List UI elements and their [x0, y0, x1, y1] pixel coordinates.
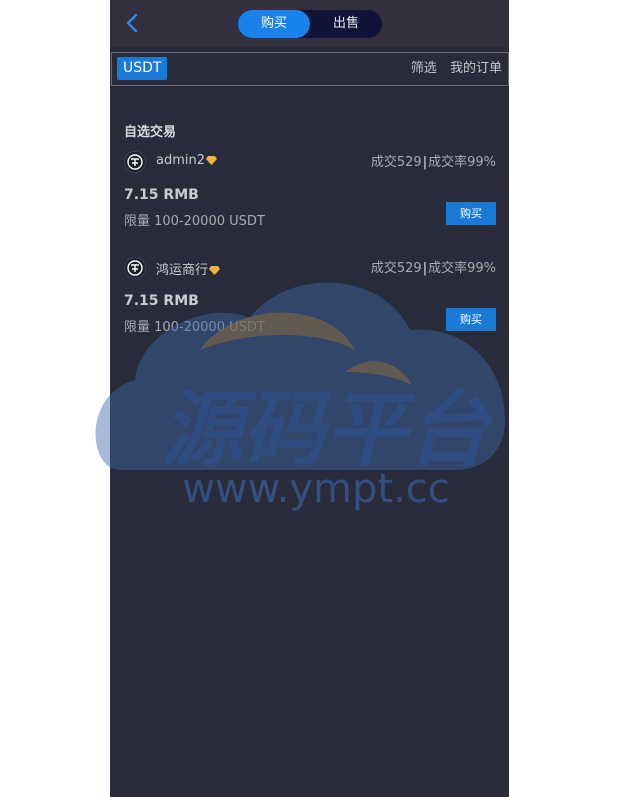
avatar	[124, 257, 146, 279]
diamond-icon	[206, 156, 218, 165]
section-title: 自选交易	[124, 125, 177, 140]
trade-stats: 成交529|成交率99%	[371, 257, 496, 276]
my-orders-link[interactable]: 我的订单	[450, 61, 502, 76]
merchant-name: admin2	[156, 153, 218, 168]
trade-count: 成交529	[370, 261, 422, 276]
quantity-limit: 限量 100-20000 USDT	[124, 320, 265, 335]
diamond-icon	[209, 266, 221, 275]
chevron-left-icon	[126, 13, 138, 33]
tab-buy[interactable]: 购买	[238, 10, 310, 38]
avatar	[124, 151, 146, 173]
list-item: 鸿运商行 成交529|成交率99% 7.15 RMB 限量 100-20000 …	[110, 257, 509, 347]
stats-separator: |	[422, 155, 428, 170]
phone-screen: 购买 出售 USDT 筛选 我的订单 自选交易 admin2 成交529|成交率…	[110, 0, 509, 797]
trade-count: 成交529	[370, 155, 422, 170]
completion-rate: 成交率99%	[428, 261, 496, 276]
trade-stats: 成交529|成交率99%	[371, 151, 496, 170]
back-button[interactable]	[122, 12, 144, 34]
quantity-limit: 限量 100-20000 USDT	[124, 214, 265, 229]
completion-rate: 成交率99%	[428, 155, 496, 170]
buy-button[interactable]: 购买	[446, 202, 496, 225]
buy-button[interactable]: 购买	[446, 308, 496, 331]
unit-price: 7.15 RMB	[124, 293, 199, 309]
filter-bar: USDT 筛选 我的订单	[111, 52, 509, 86]
unit-price: 7.15 RMB	[124, 187, 199, 203]
buy-sell-toggle: 购买 出售	[238, 10, 382, 38]
merchant-logo-icon	[127, 154, 143, 170]
merchant-name: 鸿运商行	[156, 259, 221, 278]
stats-separator: |	[422, 261, 428, 276]
coin-selector[interactable]: USDT	[117, 57, 168, 80]
top-bar: 购买 出售	[110, 0, 509, 47]
merchant-logo-icon	[127, 260, 143, 276]
tab-sell[interactable]: 出售	[310, 10, 382, 38]
merchant-name-text: 鸿运商行	[156, 263, 209, 278]
filter-button[interactable]: 筛选	[411, 61, 437, 76]
filter-links: 筛选 我的订单	[402, 53, 502, 85]
list-item: admin2 成交529|成交率99% 7.15 RMB 限量 100-2000…	[110, 151, 509, 241]
merchant-name-text: admin2	[156, 153, 206, 168]
